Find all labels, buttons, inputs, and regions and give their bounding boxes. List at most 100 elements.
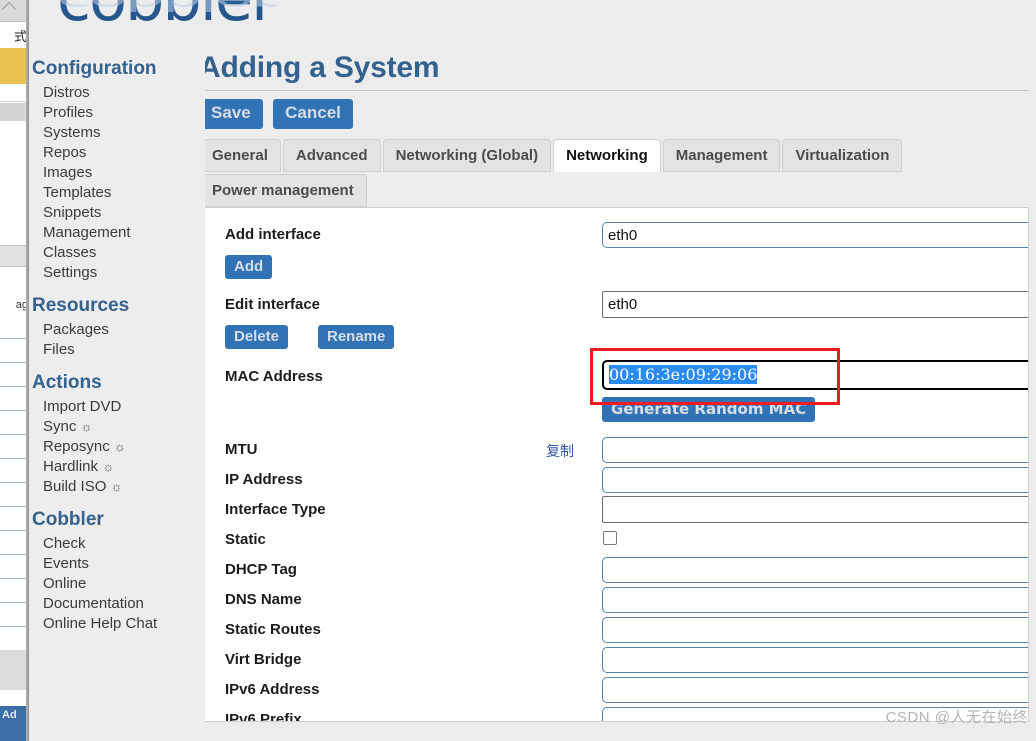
add-button[interactable]: Add: [225, 255, 273, 279]
form-row-virt-bridge: Virt Bridge: [200, 646, 1028, 676]
mac-address-value: 00:16:3e:09:29:06: [609, 365, 758, 384]
sidebar-item-hardlink[interactable]: Hardlink ☼: [29, 457, 205, 477]
chrome-right-edge: [26, 0, 29, 741]
sidebar-item-label: Distros: [43, 84, 90, 101]
form-row-interface-type: Interface Type ▾: [200, 496, 1028, 526]
sidebar-item-profiles[interactable]: Profiles: [29, 103, 205, 123]
chrome-tabbar-fragment[interactable]: [0, 0, 29, 22]
sidebar-item-label: Profiles: [43, 104, 94, 121]
form-row-dhcp-tag: DHCP Tag: [200, 556, 1028, 586]
sidebar-item-label: Online: [43, 575, 87, 592]
sidebar-item-import-dvd[interactable]: Import DVD: [29, 397, 205, 417]
sidebar-item-distros[interactable]: Distros: [29, 83, 205, 103]
sidebar-item-sync[interactable]: Sync ☼: [29, 417, 205, 437]
dhcp-tag-input[interactable]: [602, 557, 1028, 583]
edit-interface-selected-value: eth0: [608, 296, 638, 313]
ip-address-input[interactable]: [602, 467, 1028, 493]
form-row-ip-address: IP Address: [200, 466, 1028, 496]
form-row-mac-address: MAC Address 00:16:3e:09:29:06: [200, 348, 1028, 405]
virt-bridge-input[interactable]: [602, 647, 1028, 673]
sidebar-item-build-iso[interactable]: Build ISO ☼: [29, 477, 205, 497]
networking-tab-panel: Add interface Add Edit interface eth0 ▾ …: [199, 207, 1029, 722]
edit-interface-label: Edit interface: [225, 296, 321, 313]
sidebar-item-label: Documentation: [43, 595, 144, 612]
sync-gear-icon: ☼: [80, 419, 93, 434]
sidebar-item-online[interactable]: Online: [29, 574, 205, 594]
tab-networking[interactable]: Networking: [553, 139, 661, 172]
form-row-edit-interface: Edit interface eth0 ▾: [200, 290, 1028, 324]
add-interface-label: Add interface: [225, 226, 321, 243]
rename-button[interactable]: Rename: [318, 325, 395, 349]
sidebar-item-online-help-chat[interactable]: Online Help Chat: [29, 614, 205, 634]
chrome-partial-text-top: 式: [0, 26, 29, 48]
sidebar-item-repos[interactable]: Repos: [29, 143, 205, 163]
chrome-gold-band: [0, 48, 29, 84]
chrome-table-rows-fragment: [0, 315, 29, 705]
sidebar-item-events[interactable]: Events: [29, 554, 205, 574]
mac-address-label: MAC Address: [225, 368, 323, 385]
sidebar-item-management[interactable]: Management: [29, 223, 205, 243]
cobbler-logo-reflection: cobbler: [57, 0, 275, 17]
sidebar-item-files[interactable]: Files: [29, 340, 205, 360]
ipv6-address-input[interactable]: [602, 677, 1028, 703]
sidebar-item-images[interactable]: Images: [29, 163, 205, 183]
sidebar-item-label: Templates: [43, 184, 112, 201]
sync-gear-icon: ☼: [113, 439, 126, 454]
form-row-ipv6-address: IPv6 Address: [200, 676, 1028, 706]
sidebar-item-label: Online Help Chat: [43, 615, 158, 632]
tab-virtualization[interactable]: Virtualization: [782, 139, 903, 172]
sync-gear-icon: ☼: [110, 479, 123, 494]
add-interface-input[interactable]: [602, 222, 1028, 248]
sidebar-item-snippets[interactable]: Snippets: [29, 203, 205, 223]
sidebar-item-label: Snippets: [43, 204, 102, 221]
static-routes-input[interactable]: [602, 617, 1028, 643]
generate-random-mac-button[interactable]: Generate Random MAC: [602, 397, 816, 422]
sidebar-item-packages[interactable]: Packages: [29, 320, 205, 340]
sidebar-item-label: Settings: [43, 264, 98, 281]
static-checkbox[interactable]: [603, 531, 617, 545]
tab-advanced[interactable]: Advanced: [282, 139, 381, 172]
chrome-gray-row-2: [0, 245, 29, 267]
sidebar-item-reposync[interactable]: Reposync ☼: [29, 437, 205, 457]
sidebar-item-check[interactable]: Check: [29, 534, 205, 554]
chrome-partial-button[interactable]: Ad: [0, 706, 29, 741]
tab-networking-global[interactable]: Networking (Global): [382, 139, 552, 172]
tab-power-management[interactable]: Power management: [199, 174, 367, 207]
ipv6-prefix-input[interactable]: [602, 707, 1028, 721]
sidebar-item-classes[interactable]: Classes: [29, 243, 205, 263]
app-screenshot: 式 ag Ad cobbler cobbler Configuration Dis…: [0, 0, 1036, 741]
tab-management[interactable]: Management: [662, 139, 781, 172]
form-row-generate-mac: Generate Random MAC: [200, 396, 1028, 436]
sidebar-item-label: Files: [43, 341, 75, 358]
sidebar-item-label: Reposync: [43, 438, 110, 455]
copy-link[interactable]: 复制: [546, 441, 574, 461]
sidebar-item-label: Hardlink: [43, 458, 99, 475]
dns-name-input[interactable]: [602, 587, 1028, 613]
sidebar-item-templates[interactable]: Templates: [29, 183, 205, 203]
form-row-ipv6-prefix: IPv6 Prefix: [200, 706, 1028, 721]
chrome-gray-row-1: [0, 103, 29, 121]
sidebar-item-documentation[interactable]: Documentation: [29, 594, 205, 614]
tab-bar-row-1: General Advanced Networking (Global) Networ…: [199, 139, 1029, 172]
sidebar-item-settings[interactable]: Settings: [29, 263, 205, 283]
form-row-static: Static: [200, 526, 1028, 556]
edit-interface-select[interactable]: eth0 ▾: [602, 291, 1028, 318]
delete-button[interactable]: Delete: [225, 325, 289, 349]
page-title: Adding a System: [199, 51, 440, 84]
sidebar-heading-resources: Resources: [32, 295, 130, 316]
mac-address-input[interactable]: 00:16:3e:09:29:06: [602, 360, 1028, 390]
sidebar-item-label: Packages: [43, 321, 109, 338]
tab-general[interactable]: General: [199, 139, 281, 172]
mtu-input[interactable]: [602, 437, 1028, 463]
sidebar-heading-actions: Actions: [32, 372, 102, 393]
form-row-mtu: MTU 复制: [200, 436, 1028, 466]
cancel-button[interactable]: Cancel: [273, 99, 353, 129]
save-button[interactable]: Save: [199, 99, 263, 129]
left-browser-chrome: 式 ag Ad: [0, 0, 29, 741]
sidebar-heading-configuration: Configuration: [32, 58, 157, 79]
cobbler-logo[interactable]: cobbler cobbler: [29, 0, 299, 44]
ip-address-label: IP Address: [225, 471, 303, 488]
interface-type-select[interactable]: ▾: [602, 496, 1028, 523]
form-row-dns-name: DNS Name: [200, 586, 1028, 616]
sidebar-item-systems[interactable]: Systems: [29, 123, 205, 143]
